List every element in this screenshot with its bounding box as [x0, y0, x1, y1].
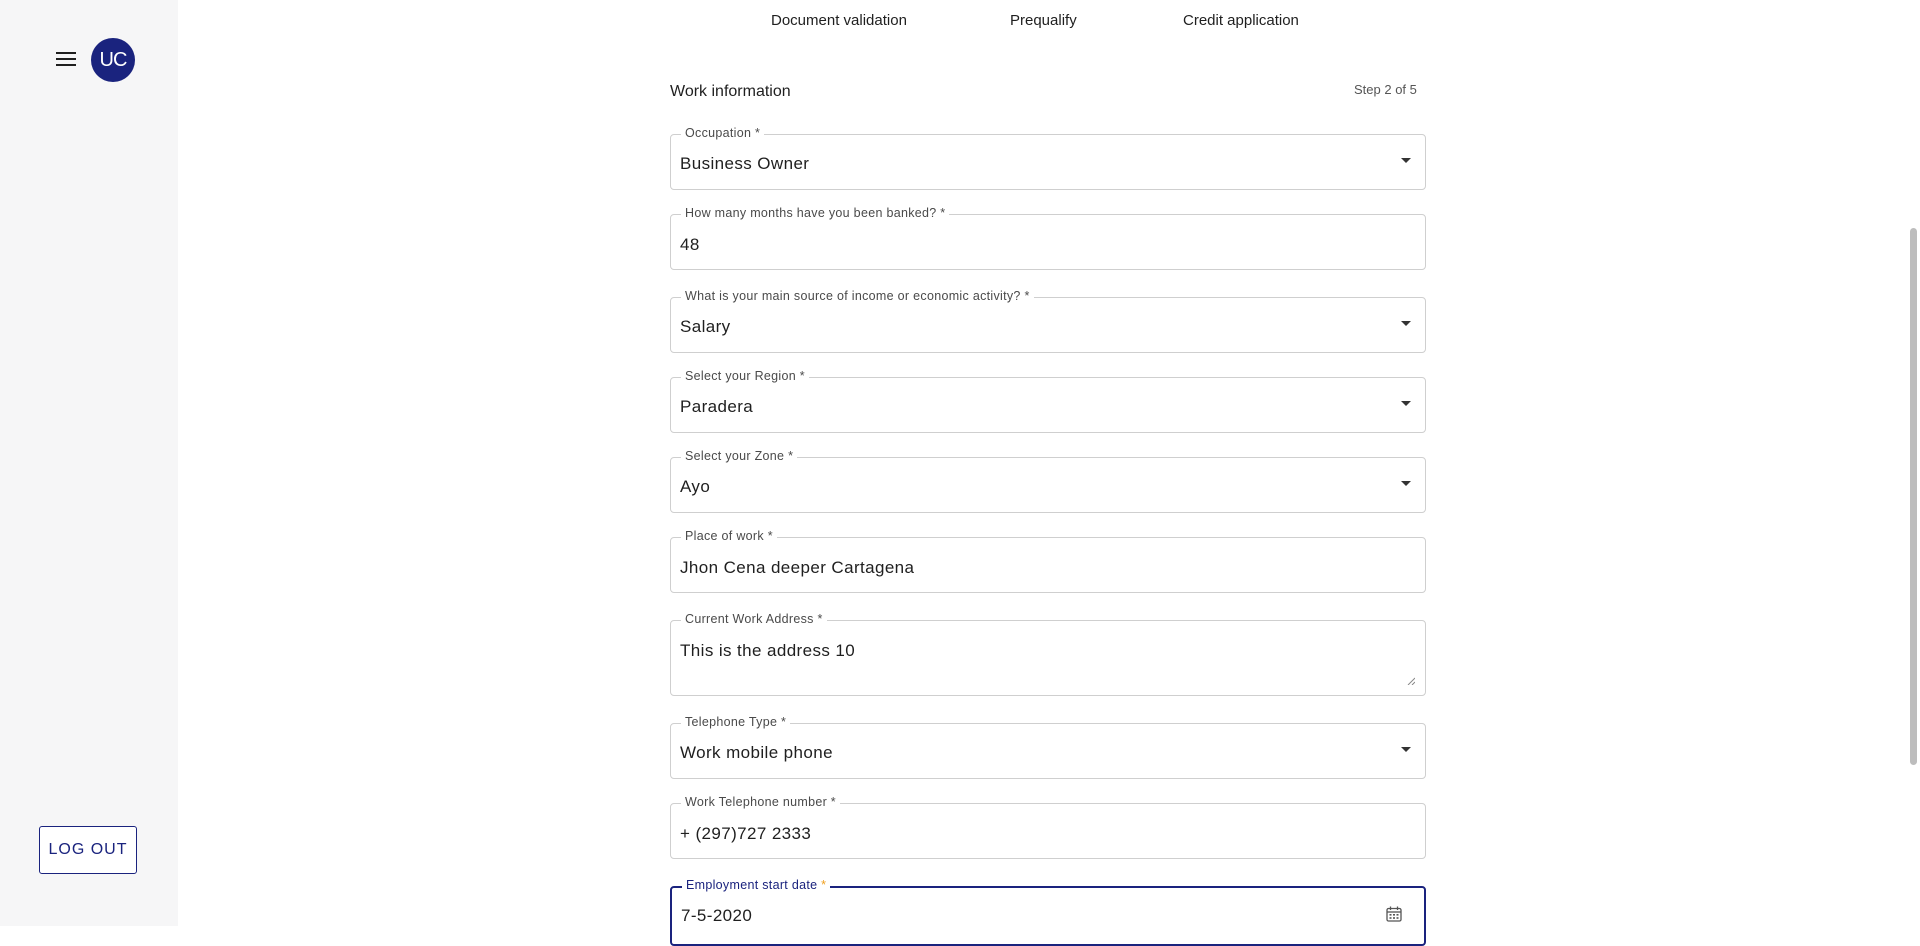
telephone-type-select[interactable]: Telephone Type * Work mobile phone: [670, 715, 1426, 779]
dropdown-caret-icon: [1401, 401, 1411, 406]
zone-value: Ayo: [680, 477, 711, 496]
page-scrollbar[interactable]: [1908, 0, 1920, 926]
income-source-select[interactable]: What is your main source of income or ec…: [670, 289, 1426, 353]
months-banked-input[interactable]: How many months have you been banked? * …: [670, 206, 1426, 270]
resize-grip-icon[interactable]: [1407, 677, 1415, 685]
required-mark: *: [821, 878, 827, 892]
stepper: Document validation Prequalify Credit ap…: [0, 12, 1920, 32]
calendar-icon[interactable]: [1386, 906, 1402, 922]
employment-start-date-input[interactable]: Employment start date * 7-5-2020: [670, 878, 1426, 946]
employment-start-date-label-text: Employment start date: [686, 878, 818, 892]
hamburger-menu-icon[interactable]: [53, 47, 81, 71]
occupation-select[interactable]: Occupation * Business Owner: [670, 126, 1426, 190]
place-of-work-input[interactable]: Place of work * Jhon Cena deeper Cartage…: [670, 529, 1426, 593]
employment-start-date-label: Employment start date *: [682, 878, 831, 892]
user-avatar[interactable]: UC: [91, 38, 135, 82]
telephone-type-label: Telephone Type *: [681, 715, 791, 729]
employment-start-date-value: 7-5-2020: [681, 906, 753, 925]
zone-label: Select your Zone *: [681, 449, 798, 463]
sidebar: UC LOG OUT: [0, 0, 178, 926]
income-source-label: What is your main source of income or ec…: [681, 289, 1034, 303]
section-title: Work information: [670, 83, 791, 100]
work-address-value: This is the address 10: [680, 641, 856, 660]
step-document-validation[interactable]: Document validation: [771, 12, 907, 29]
zone-select[interactable]: Select your Zone * Ayo: [670, 449, 1426, 513]
step-credit-application[interactable]: Credit application: [1183, 12, 1299, 29]
region-value: Paradera: [680, 397, 754, 416]
occupation-value: Business Owner: [680, 154, 810, 173]
work-address-textarea[interactable]: Current Work Address * This is the addre…: [670, 612, 1426, 696]
dropdown-caret-icon: [1401, 747, 1411, 752]
step-prequalify[interactable]: Prequalify: [1010, 12, 1077, 29]
work-address-label: Current Work Address *: [681, 612, 827, 626]
telephone-type-value: Work mobile phone: [680, 743, 833, 762]
dropdown-caret-icon: [1401, 158, 1411, 163]
months-banked-label: How many months have you been banked? *: [681, 206, 950, 220]
place-of-work-value: Jhon Cena deeper Cartagena: [680, 558, 915, 577]
logout-button[interactable]: LOG OUT: [39, 826, 137, 874]
work-phone-label: Work Telephone number *: [681, 795, 840, 809]
occupation-label: Occupation *: [681, 126, 765, 140]
step-indicator: Step 2 of 5: [1354, 82, 1417, 97]
months-banked-value: 48: [680, 235, 700, 254]
dropdown-caret-icon: [1401, 321, 1411, 326]
region-select[interactable]: Select your Region * Paradera: [670, 369, 1426, 433]
region-label: Select your Region *: [681, 369, 809, 383]
dropdown-caret-icon: [1401, 481, 1411, 486]
scrollbar-thumb[interactable]: [1910, 228, 1917, 765]
place-of-work-label: Place of work *: [681, 529, 777, 543]
work-phone-value: + (297)727 2333: [680, 824, 812, 843]
income-source-value: Salary: [680, 317, 731, 336]
work-phone-input[interactable]: Work Telephone number * + (297)727 2333: [670, 795, 1426, 859]
